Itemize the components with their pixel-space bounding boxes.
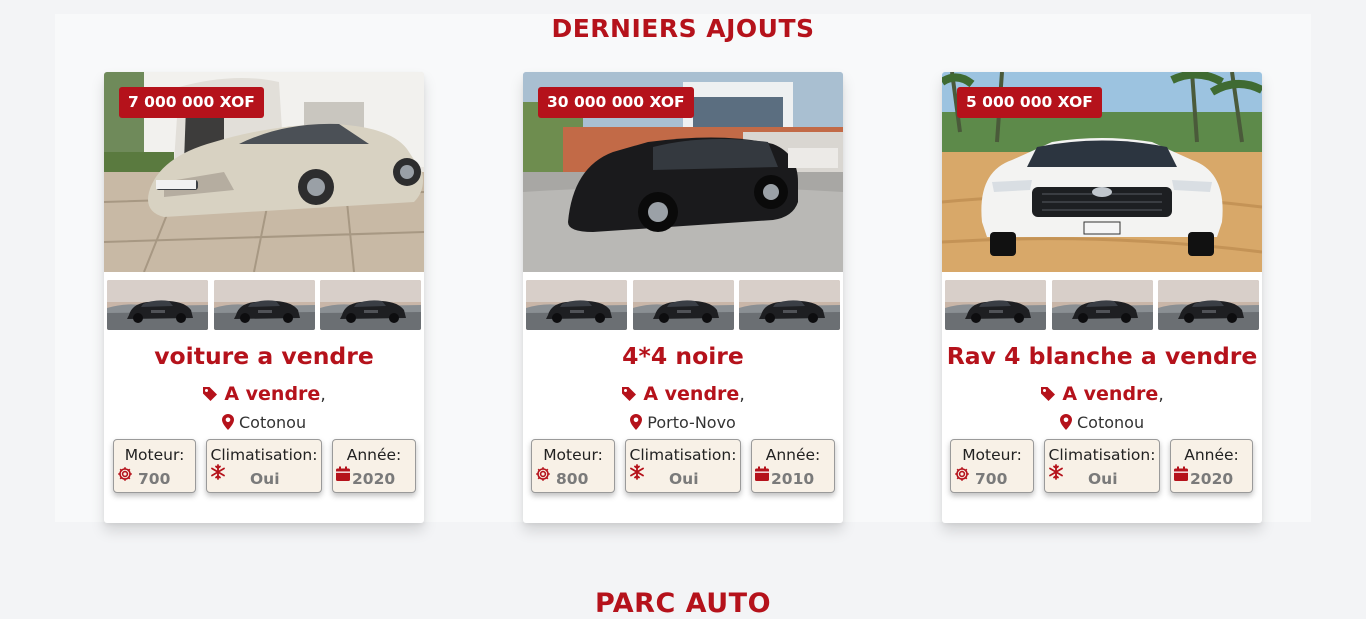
spec-year-label: Année: xyxy=(346,446,402,464)
spec-ac-value: Oui xyxy=(1088,470,1118,488)
listing-status: A vendre, xyxy=(104,383,424,405)
listing-status: A vendre, xyxy=(942,383,1262,405)
calendar-icon xyxy=(335,466,351,482)
thumbnail[interactable] xyxy=(1158,280,1259,330)
listing-photo[interactable]: 5 000 000 XOF xyxy=(942,72,1262,272)
listing-card[interactable]: 5 000 000 XOF Rav 4 blanche a vendre A v… xyxy=(942,72,1262,523)
spec-year-value: 2010 xyxy=(771,470,815,488)
spec-ac: Climatisation: Oui xyxy=(206,439,322,493)
listing-title[interactable]: voiture a vendre xyxy=(104,342,424,370)
spec-engine: Moteur: 700 xyxy=(113,439,196,493)
status-label: A vendre xyxy=(1062,383,1159,405)
status-separator: , xyxy=(739,385,745,405)
listing-card[interactable]: 30 000 000 XOF 4*4 noire A vendre, Porto… xyxy=(523,72,843,523)
thumbnail[interactable] xyxy=(526,280,627,330)
spec-engine: Moteur: 700 xyxy=(950,439,1034,493)
thumbnail-strip xyxy=(526,280,840,330)
spec-engine-label: Moteur: xyxy=(124,446,185,464)
spec-ac: Climatisation: Oui xyxy=(625,439,741,493)
spec-ac-value: Oui xyxy=(669,470,699,488)
spec-ac: Climatisation: Oui xyxy=(1044,439,1160,493)
map-marker-icon xyxy=(630,414,642,430)
spec-engine: Moteur: 800 xyxy=(531,439,615,493)
spec-engine-value: 700 xyxy=(975,470,1008,488)
thumbnail-strip xyxy=(107,280,421,330)
calendar-icon xyxy=(1173,466,1189,482)
snowflake-icon xyxy=(210,464,226,480)
price-badge: 5 000 000 XOF xyxy=(957,87,1102,118)
thumbnail[interactable] xyxy=(107,280,208,330)
tag-icon xyxy=(1040,386,1056,402)
thumbnail[interactable] xyxy=(1052,280,1153,330)
spec-ac-value: Oui xyxy=(250,470,280,488)
cog-icon xyxy=(117,466,133,482)
thumbnail-strip xyxy=(945,280,1259,330)
cog-icon xyxy=(954,466,970,482)
spec-engine-value: 800 xyxy=(556,470,589,488)
spec-ac-label: Climatisation: xyxy=(210,446,318,464)
thumbnail[interactable] xyxy=(739,280,840,330)
spec-ac-label: Climatisation: xyxy=(629,446,737,464)
location-label: Porto-Novo xyxy=(647,413,736,432)
map-marker-icon xyxy=(222,414,234,430)
spec-year-value: 2020 xyxy=(352,470,396,488)
spec-year-value: 2020 xyxy=(1190,470,1234,488)
thumbnail[interactable] xyxy=(945,280,1046,330)
status-label: A vendre xyxy=(643,383,740,405)
listing-title[interactable]: 4*4 noire xyxy=(523,342,843,370)
spec-year: Année: 2020 xyxy=(1170,439,1253,493)
status-separator: , xyxy=(320,385,326,405)
listing-card[interactable]: 7 000 000 XOF voiture a vendre A vendre,… xyxy=(104,72,424,523)
thumbnail[interactable] xyxy=(214,280,315,330)
spec-year-label: Année: xyxy=(765,446,821,464)
tag-icon xyxy=(621,386,637,402)
tag-icon xyxy=(202,386,218,402)
section-title-latest: DERNIERS AJOUTS xyxy=(551,14,815,43)
thumbnail[interactable] xyxy=(633,280,734,330)
listing-title[interactable]: Rav 4 blanche a vendre xyxy=(942,342,1262,370)
calendar-icon xyxy=(754,466,770,482)
listing-photo[interactable]: 30 000 000 XOF xyxy=(523,72,843,272)
listing-location: Cotonou xyxy=(942,413,1262,432)
price-badge: 30 000 000 XOF xyxy=(538,87,694,118)
thumbnail[interactable] xyxy=(320,280,421,330)
cog-icon xyxy=(535,466,551,482)
listing-status: A vendre, xyxy=(523,383,843,405)
spec-engine-value: 700 xyxy=(138,470,171,488)
spec-engine-label: Moteur: xyxy=(962,446,1022,464)
status-label: A vendre xyxy=(224,383,321,405)
price-badge: 7 000 000 XOF xyxy=(119,87,264,118)
spec-year: Année: 2020 xyxy=(332,439,416,493)
section-title-park: PARC AUTO xyxy=(594,588,772,619)
listing-location: Porto-Novo xyxy=(523,413,843,432)
location-label: Cotonou xyxy=(239,413,307,432)
spec-ac-label: Climatisation: xyxy=(1048,446,1156,464)
spec-year: Année: 2010 xyxy=(751,439,835,493)
listing-photo[interactable]: 7 000 000 XOF xyxy=(104,72,424,272)
listing-location: Cotonou xyxy=(104,413,424,432)
location-label: Cotonou xyxy=(1077,413,1145,432)
spec-engine-label: Moteur: xyxy=(543,446,603,464)
snowflake-icon xyxy=(1048,464,1064,480)
map-marker-icon xyxy=(1060,414,1072,430)
status-separator: , xyxy=(1158,385,1164,405)
snowflake-icon xyxy=(629,464,645,480)
spec-year-label: Année: xyxy=(1184,446,1239,464)
